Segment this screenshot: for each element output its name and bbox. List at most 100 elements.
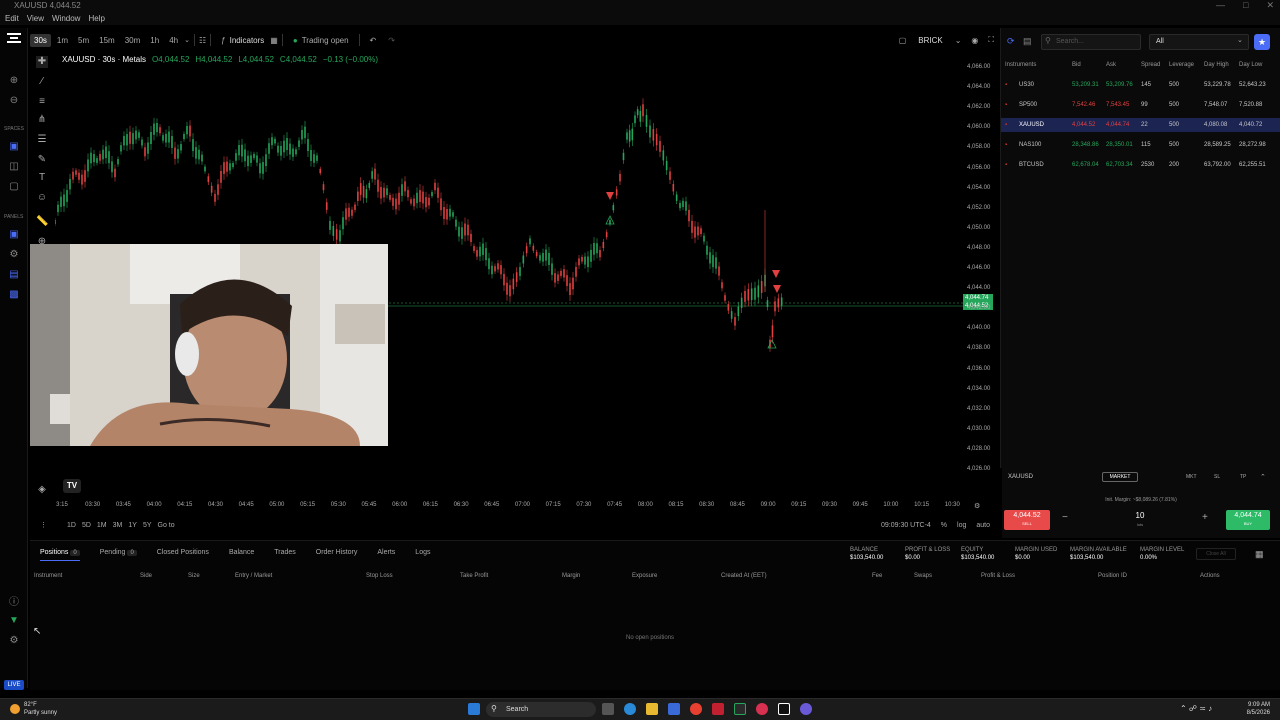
column-header[interactable]: Take Profit (460, 573, 488, 579)
order-tab-tp[interactable]: TP (1240, 474, 1246, 480)
text-icon[interactable]: T (36, 172, 48, 184)
tab-trades[interactable]: Trades (274, 549, 296, 561)
column-header[interactable]: Profit & Loss (981, 573, 1015, 579)
tf-30s[interactable]: 30s (30, 33, 51, 47)
close-all-button[interactable]: Close All (1196, 548, 1236, 560)
task-view-icon[interactable] (602, 703, 614, 715)
panel-watchlist-icon[interactable]: ▤ (8, 268, 20, 280)
header-spread[interactable]: Spread (1141, 62, 1160, 68)
tf-1m[interactable]: 1m (53, 34, 72, 47)
tab-pending[interactable]: Pending 0 (100, 549, 137, 561)
cart-icon[interactable]: ◫ (8, 160, 20, 172)
range-1m[interactable]: 1M (97, 522, 107, 529)
panel-tools-icon[interactable]: ⚙ (8, 248, 20, 260)
settings-icon[interactable]: ⚙ (8, 634, 20, 646)
tf-4h[interactable]: 4h (165, 34, 182, 47)
watchlist-row[interactable]: ▪ NAS100 28,348.86 28,350.01 115 500 28,589.25… (1001, 138, 1280, 152)
undo-icon[interactable]: ↶ (364, 36, 383, 45)
tab-logs[interactable]: Logs (415, 549, 430, 561)
column-header[interactable]: Instrument (34, 573, 62, 579)
column-header[interactable]: Side (140, 573, 152, 579)
header-bid[interactable]: Bid (1072, 62, 1081, 68)
column-header[interactable]: Fee (872, 573, 882, 579)
range-3m[interactable]: 3M (113, 522, 123, 529)
time-axis[interactable]: 3:15 03:30 03:45 04:00 04:15 04:30 04:45 05:00 0… (55, 502, 965, 512)
header-instruments[interactable]: Instruments (1005, 62, 1036, 68)
filter-dropdown-icon[interactable]: ⌄ (1237, 36, 1243, 44)
header-ask[interactable]: Ask (1106, 62, 1116, 68)
indicators-button[interactable]: ƒ Indicators (215, 36, 270, 45)
range-1y[interactable]: 1Y (128, 522, 137, 529)
buy-button[interactable]: 4,044.74 BUY (1226, 510, 1270, 530)
chart-time[interactable]: 09:09:30 UTC-4 (881, 522, 931, 529)
panel-orders-icon[interactable]: ▩ (8, 288, 20, 300)
axis-settings-icon[interactable]: ⚙ (974, 502, 980, 510)
watchlist-row[interactable]: ▪ XAUUSD 4,044.52 4,044.74 22 500 4,080.08 4,04… (1001, 118, 1280, 132)
chart-frame-icon[interactable]: ▢ (899, 36, 907, 45)
menu-window[interactable]: Window (52, 12, 80, 25)
chart-style-dropdown-icon[interactable]: ⌄ (955, 36, 962, 45)
space-chart-icon[interactable]: ▣ (8, 140, 20, 152)
column-header[interactable]: Stop Loss (366, 573, 393, 579)
camera-icon[interactable]: ◉ (961, 36, 988, 45)
horizontal-lines-icon[interactable]: ≡ (36, 96, 48, 108)
trading-app-icon[interactable] (778, 703, 790, 715)
watchlist-search[interactable]: Search... (1041, 34, 1141, 50)
range-5y[interactable]: 5Y (143, 522, 152, 529)
tray-icons[interactable]: ⌃ ☍ ≍ ♪ (1180, 704, 1212, 713)
watchlist-row[interactable]: ▪ US30 53,209.31 53,209.76 145 500 53,229.78 52… (1001, 78, 1280, 92)
symbol-title[interactable]: XAUUSD · 30s · Metals (62, 55, 146, 64)
chrome-icon[interactable] (690, 703, 702, 715)
layouts-icon[interactable]: ▦ (270, 36, 278, 45)
fullscreen-icon[interactable]: ⛶ (988, 35, 1000, 45)
help-icon[interactable]: ⓘ (8, 594, 20, 608)
tradingview-logo-icon[interactable]: TV (63, 479, 81, 493)
start-icon[interactable] (468, 703, 480, 715)
column-header[interactable]: Swaps (914, 573, 932, 579)
log-toggle[interactable]: log (957, 522, 966, 529)
goto-button[interactable]: Go to (158, 522, 175, 529)
tf-1h[interactable]: 1h (146, 34, 163, 47)
file-explorer-icon[interactable] (646, 703, 658, 715)
tradingview-app-icon[interactable] (734, 703, 746, 715)
column-header[interactable]: Position ID (1098, 573, 1127, 579)
panel-layout-icon[interactable]: ▦ (1255, 549, 1264, 560)
order-tab-sl[interactable]: SL (1214, 474, 1220, 480)
lots-input[interactable]: 10 (1122, 511, 1158, 520)
watchlist-row[interactable]: ▪ BTCUSD 62,678.04 62,703.34 2530 200 63,792.0… (1001, 158, 1280, 172)
header-leverage[interactable]: Leverage (1169, 62, 1194, 68)
column-header[interactable]: Size (188, 573, 200, 579)
column-header[interactable]: Exposure (632, 573, 657, 579)
panel-chart-icon[interactable]: ▣ (8, 228, 20, 240)
range-menu-icon[interactable]: ⋮ (40, 521, 47, 529)
column-header[interactable]: Entry / Market (235, 573, 272, 579)
decrease-lots-icon[interactable]: − (1062, 512, 1068, 523)
range-5d[interactable]: 5D (82, 522, 91, 529)
app-icon-red[interactable] (756, 703, 768, 715)
maximize-icon[interactable]: □ (1243, 0, 1248, 11)
zoom-in-icon[interactable]: ⊕ (8, 74, 20, 86)
watchlist-filter[interactable]: All (1149, 34, 1249, 50)
close-icon[interactable]: ✕ (1266, 0, 1274, 11)
screen-icon[interactable]: ▢ (8, 180, 20, 192)
app-logo-icon[interactable] (7, 32, 21, 44)
sell-button[interactable]: 4,044.52 SELL (1004, 510, 1050, 530)
ruler-icon[interactable]: 📏 (36, 216, 48, 228)
chart-type-icon[interactable]: ☷ (199, 36, 206, 45)
tab-balance[interactable]: Balance (229, 549, 254, 561)
menu-view[interactable]: View (27, 12, 44, 25)
tf-5m[interactable]: 5m (74, 34, 93, 47)
menu-help[interactable]: Help (88, 12, 104, 25)
chart-style-select[interactable]: BRICK (906, 36, 954, 45)
tab-closed-positions[interactable]: Closed Positions (157, 549, 209, 561)
store-icon[interactable] (668, 703, 680, 715)
auto-toggle[interactable]: auto (976, 522, 990, 529)
tab-alerts[interactable]: Alerts (377, 549, 395, 561)
clock[interactable]: 9:09 AM 8/5/2026 (1247, 701, 1270, 717)
watchlist-row[interactable]: ▪ SP500 7,542.46 7,543.45 99 500 7,548.07 7,520… (1001, 98, 1280, 112)
order-tab-mkt[interactable]: MKT (1186, 474, 1197, 480)
timeframe-dropdown-icon[interactable]: ⌄ (184, 36, 190, 44)
fib-icon[interactable]: ☰ (36, 134, 48, 146)
edge-icon[interactable] (624, 703, 636, 715)
favorites-button[interactable]: ★ (1254, 34, 1270, 50)
